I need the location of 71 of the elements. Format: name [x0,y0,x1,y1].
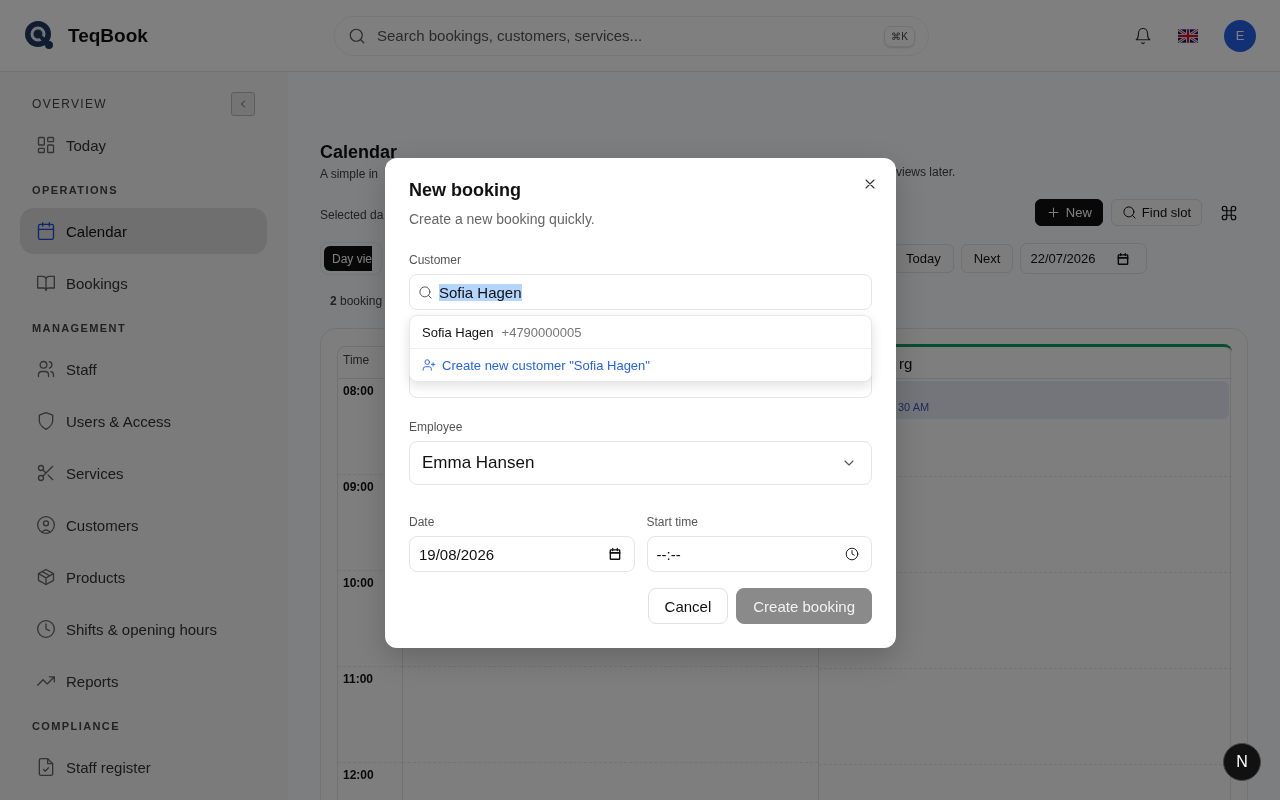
suggestion-item[interactable]: Sofia Hagen +4790000005 [410,316,871,348]
users-icon [36,359,56,379]
customer-search-field[interactable]: Sofia Hagen [409,274,872,310]
search-icon [348,26,366,45]
book-icon [36,273,56,293]
shortcut-key: ⌘K [884,25,915,47]
plus-icon [1045,205,1061,220]
file-check-icon [36,757,56,777]
avatar[interactable]: E [1224,19,1256,52]
box-icon [36,567,56,587]
sidebar-item[interactable]: Today [20,122,267,168]
shield-icon [36,411,56,431]
date-field[interactable]: 22/07/2026 [1020,243,1148,274]
nav-button[interactable]: Today [893,244,954,273]
page-title: Calendar [320,142,399,163]
time-label: 10:00 [342,575,375,590]
clock-icon [36,619,56,639]
brand-name: TeqBook [68,24,148,47]
clock-icon [845,547,859,561]
calendar-icon [607,547,622,561]
bell-icon [1134,26,1152,45]
scissors-icon [36,463,56,483]
logo-icon [24,19,56,52]
field-label: Customer [409,253,462,267]
calendar-icon [1115,251,1130,266]
search-icon [1121,205,1137,220]
sidebar-item[interactable]: Calendar [20,208,267,254]
cancel-button[interactable]: Cancel [647,588,729,624]
grid-icon [36,135,56,155]
create-customer-option[interactable]: Create new customer "Sofia Hagen" [410,348,871,381]
section-heading: OPERATIONS [32,184,118,196]
time-label: 12:00 [342,767,375,782]
sidebar-item[interactable]: Users & Access [20,398,267,444]
sidebar-item[interactable]: Bookings [20,260,267,306]
field-label: Date [409,515,436,529]
customer-phone: +4790000005 [501,324,582,340]
user-circle-icon [36,515,56,535]
sidebar-item[interactable]: Shifts & opening hours [20,606,267,652]
field-label: Employee [409,420,464,434]
dialog-description: Create a new booking quickly. [409,211,596,227]
sidebar-item[interactable]: Products [20,554,267,600]
section-heading: MANAGEMENT [32,322,127,334]
section-heading: COMPLIANCE [32,720,120,732]
time-label: 08:00 [342,383,375,398]
new-button[interactable]: New [1034,199,1103,226]
sidebar-item[interactable]: Services [20,450,267,496]
time-label: 09:00 [342,479,375,494]
find-slot-button[interactable]: Find slot [1110,199,1202,226]
nav-button[interactable]: Next [960,244,1014,273]
command-icon [1220,203,1238,222]
section-heading: OVERVIEW [32,97,107,111]
employee-select[interactable]: Emma Hansen [409,441,872,485]
selected-date-label: Selected da [320,207,385,222]
sidebar-item[interactable]: Staff register [20,744,267,790]
calendar-icon [36,221,56,241]
sidebar-item[interactable]: Reports [20,658,267,704]
page-description: A simple in [320,167,380,181]
flag-icon[interactable] [1178,28,1198,43]
page-description: views later. [896,165,957,179]
date-field[interactable]: 19/08/2026 [409,536,635,572]
dialog-title: New booking [409,180,522,201]
customer-name: Sofia Hagen [422,324,494,340]
sidebar-item[interactable]: Customers [20,502,267,548]
view-tab[interactable]: Day vie [324,246,372,271]
time-label: 11:00 [342,671,375,686]
time-field[interactable]: --:-- [646,536,872,572]
sidebar-item[interactable]: Staff [20,346,267,392]
booking-count: 2 booking [329,294,383,308]
user-plus-icon [422,358,436,372]
field-label: Start time [646,515,699,529]
search-icon [418,284,433,300]
